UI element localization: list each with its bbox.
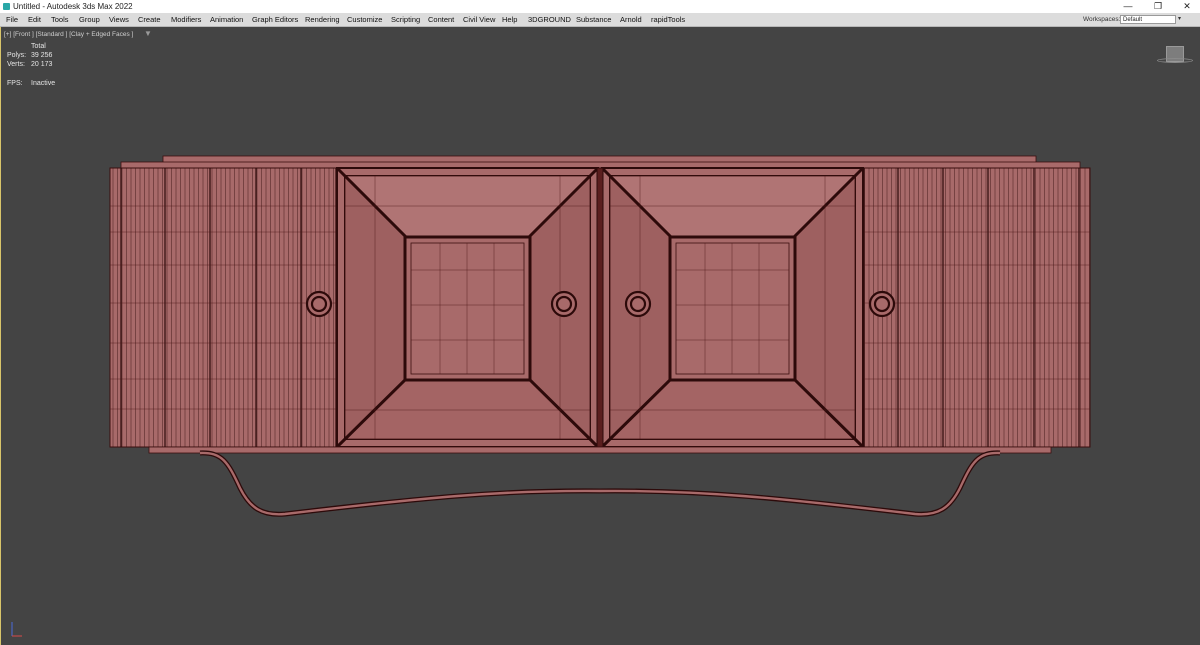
left-fluted-panel xyxy=(110,168,336,447)
curved-stand xyxy=(199,450,1001,517)
sideboard-model[interactable] xyxy=(0,0,1200,645)
base-plinth xyxy=(148,446,1052,454)
